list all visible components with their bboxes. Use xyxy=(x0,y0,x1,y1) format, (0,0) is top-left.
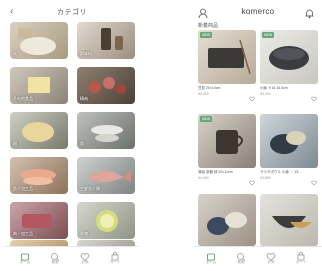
product-card[interactable]: NEW 豆皿 25×10cm ¥4,400 xyxy=(198,30,256,102)
favorite-heart-icon[interactable] xyxy=(249,173,255,186)
new-badge: NEW xyxy=(200,116,213,122)
category-label: 果物 xyxy=(80,231,88,236)
product-card[interactable] xyxy=(198,194,256,246)
fish-photo xyxy=(91,125,123,142)
product-card[interactable]: サラダボウル 小鉢 ・ 15... ¥3,850 xyxy=(260,114,318,186)
new-badge: NEW xyxy=(200,32,213,38)
product-photo xyxy=(270,131,306,154)
product-price: ¥4,400 xyxy=(198,92,209,96)
category-label: 調味料 xyxy=(80,51,92,56)
tab-favorites[interactable]: お気 xyxy=(258,249,284,268)
category-tile-meat-products[interactable]: 肉・加工品 xyxy=(10,202,68,239)
home-icon xyxy=(198,249,224,261)
favorite-heart-icon[interactable] xyxy=(249,89,255,102)
product-name: サラダボウル 小鉢 ・ 15... xyxy=(260,170,302,174)
tab-label: 検索 xyxy=(237,260,245,264)
home-screen: komerco 新着商品 NEW 豆皿 25×10cm ¥4,400 NEW 小… xyxy=(194,4,322,268)
tab-label: お気 xyxy=(267,260,275,264)
category-tile-seasoning[interactable]: 調味料 xyxy=(77,22,135,59)
category-label: その他食品 xyxy=(13,96,33,101)
category-label: 麺 xyxy=(13,141,17,146)
product-photo xyxy=(208,39,251,75)
category-label: 肉・加工品 xyxy=(13,231,33,236)
tab-bar: ホーム 検索 お気 カート xyxy=(194,246,322,268)
product-name: 小鉢 ￥16 16.5cm xyxy=(260,86,288,90)
bell-icon[interactable] xyxy=(305,6,314,19)
home-header: komerco xyxy=(194,4,322,20)
favorite-heart-icon[interactable] xyxy=(311,89,317,102)
noodles-photo xyxy=(22,122,54,142)
category-tile-noodles[interactable]: 麺 xyxy=(10,112,68,149)
search-icon xyxy=(228,249,254,262)
tab-label: 検索 xyxy=(51,260,59,264)
category-tile-meat[interactable]: 精肉 xyxy=(77,67,135,104)
product-card[interactable] xyxy=(260,194,318,246)
category-label: 生鮮魚介類 xyxy=(80,186,100,191)
search-icon xyxy=(42,249,68,262)
tab-bar: ホーム 検索 お気 カート xyxy=(6,246,138,268)
category-screen: ‹ カテゴリ 米 調味料 その他食品 精肉 麺 魚 魚介加工品 生鮮魚介類 肉・… xyxy=(6,4,138,268)
product-photo xyxy=(216,130,243,154)
category-label: 魚介加工品 xyxy=(13,186,33,191)
category-label: 米 xyxy=(13,51,17,56)
product-image xyxy=(198,194,256,246)
tab-search[interactable]: 検索 xyxy=(228,249,254,268)
product-image xyxy=(260,194,318,246)
product-price: ¥3,300 xyxy=(260,92,271,96)
home-icon xyxy=(12,249,38,261)
tab-cart[interactable]: カート xyxy=(102,249,128,268)
product-image: NEW xyxy=(198,114,256,168)
category-tile-fish[interactable]: 魚 xyxy=(77,112,135,149)
tab-search[interactable]: 検索 xyxy=(42,249,68,268)
product-image: NEW xyxy=(198,30,256,84)
brand-logo: komerco xyxy=(241,7,275,16)
product-photo xyxy=(207,212,247,235)
category-grid: 米 調味料 その他食品 精肉 麺 魚 魚介加工品 生鮮魚介類 肉・加工品 果物 xyxy=(10,22,136,260)
new-badge: NEW xyxy=(262,32,275,38)
cart-icon xyxy=(102,249,128,261)
product-name: 湯呑 茶器 鉢 20×11cm xyxy=(198,170,233,174)
product-photo xyxy=(272,216,312,228)
page-title: カテゴリ xyxy=(57,9,87,16)
tab-label: お気 xyxy=(81,260,89,264)
tab-label: ホーム xyxy=(19,260,31,264)
category-tile-fruit[interactable]: 果物 xyxy=(77,202,135,239)
category-label: 精肉 xyxy=(80,96,88,101)
product-card[interactable]: NEW 小鉢 ￥16 16.5cm ¥3,300 xyxy=(260,30,318,102)
category-label: 魚 xyxy=(80,141,84,146)
tab-cart[interactable]: カート xyxy=(288,249,314,268)
heart-icon xyxy=(72,249,98,262)
product-price: ¥4,400 xyxy=(198,176,209,180)
product-photo xyxy=(269,46,309,70)
tab-favorites[interactable]: お気 xyxy=(72,249,98,268)
tab-label: カート xyxy=(295,260,307,264)
category-tile-processed-seafood[interactable]: 魚介加工品 xyxy=(10,157,68,194)
category-tile-rice[interactable]: 米 xyxy=(10,22,68,59)
section-title: 新着商品 xyxy=(198,23,219,29)
tab-label: ホーム xyxy=(205,260,217,264)
product-image xyxy=(260,114,318,168)
product-card[interactable]: NEW 湯呑 茶器 鉢 20×11cm ¥4,400 xyxy=(198,114,256,186)
favorite-heart-icon[interactable] xyxy=(311,173,317,186)
tab-home[interactable]: ホーム xyxy=(12,249,38,268)
category-tile-fresh-seafood[interactable]: 生鮮魚介類 xyxy=(77,157,135,194)
product-name: 豆皿 25×10cm xyxy=(198,86,221,90)
category-tile-other-food[interactable]: その他食品 xyxy=(10,67,68,104)
tab-home[interactable]: ホーム xyxy=(198,249,224,268)
category-header: ‹ カテゴリ xyxy=(6,4,138,20)
product-image: NEW xyxy=(260,30,318,84)
tab-label: カート xyxy=(109,260,121,264)
product-price: ¥3,850 xyxy=(260,176,271,180)
heart-icon xyxy=(258,249,284,262)
rice-photo xyxy=(18,28,56,55)
cart-icon xyxy=(288,249,314,261)
